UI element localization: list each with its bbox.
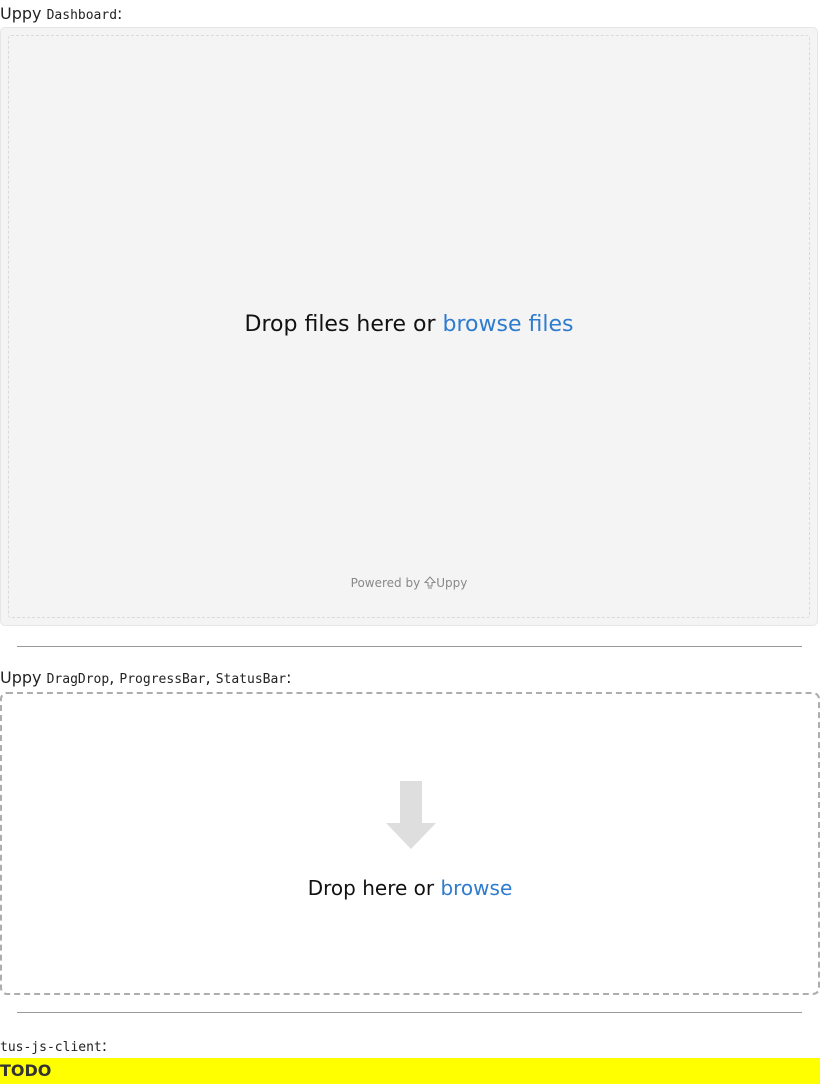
label-code-progressbar: ProgressBar [119,672,206,687]
label-code-tus: tus-js-client [0,1040,102,1055]
dashboard-drop-zone[interactable]: Drop files here or browse files Powered … [8,35,810,618]
label-code-dashboard: Dashboard [46,8,118,23]
label-prefix: Uppy [0,668,42,687]
label-code-dragdrop: DragDrop [46,672,110,687]
browse-link[interactable]: browse [440,876,512,900]
uppy-dragdrop[interactable]: Drop here or browse [0,692,820,995]
label-suffix: : [117,4,123,23]
tus-section-label: tus-js-client: [0,1037,107,1057]
uppy-dashboard[interactable]: Drop files here or browse files Powered … [0,27,818,626]
drop-instruction: Drop files here or [244,312,436,337]
dashboard-section-label: Uppy Dashboard: [0,5,122,25]
drop-instruction: Drop here or [307,876,435,900]
powered-by-text: Powered by [350,576,421,590]
dragdrop-section-label: Uppy DragDrop, ProgressBar, StatusBar: [0,669,292,689]
powered-by-brand: Uppy [436,576,468,590]
browse-files-link[interactable]: browse files [443,312,574,337]
dashboard-drop-text: Drop files here or browse files [9,312,809,337]
label-suffix: : [101,1036,108,1055]
label-sep: , [109,668,115,687]
arrow-down-icon [386,781,436,849]
uppy-logo-icon [424,576,437,592]
todo-banner: TODO [0,1058,820,1084]
divider [17,1012,802,1013]
label-code-statusbar: StatusBar [215,672,287,687]
label-suffix: : [286,668,292,687]
label-prefix: Uppy [0,4,42,23]
divider [17,646,802,647]
dragdrop-drop-text: Drop here or browse [2,876,818,900]
powered-by: Powered by Uppy [9,576,809,592]
label-sep: , [205,668,211,687]
